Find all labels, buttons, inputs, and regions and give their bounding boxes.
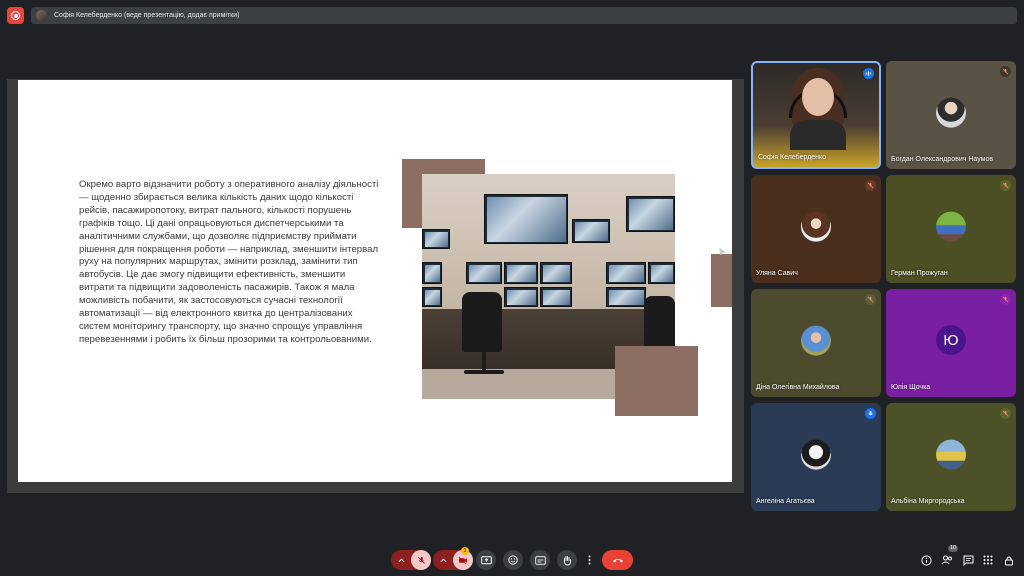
apps-grid-icon	[983, 555, 993, 565]
mic-toggle-button[interactable]	[411, 550, 431, 570]
camera-badge: 1	[461, 547, 469, 555]
participant-name: Богдан Олександрович Наумов	[891, 156, 994, 163]
mic-control[interactable]	[391, 550, 431, 570]
participant-tile[interactable]: Богдан Олександрович Наумов	[886, 61, 1016, 169]
reactions-button[interactable]	[503, 550, 523, 570]
info-icon	[920, 554, 932, 566]
participant-tile[interactable]: Софія Келеберденко	[751, 61, 881, 169]
participant-name: Діна Олегівна Михайлова	[756, 384, 840, 391]
avatar	[801, 439, 831, 470]
slide-decor-bottom	[615, 346, 698, 416]
participant-name: Ангеліна Агатьєва	[756, 498, 815, 505]
phone-hangup-icon	[612, 559, 623, 563]
avatar	[801, 325, 831, 356]
camera-control[interactable]: 1	[433, 547, 473, 570]
raise-hand-button[interactable]	[557, 550, 577, 570]
chat-icon	[963, 555, 973, 566]
speaking-icon	[865, 408, 876, 419]
mic-off-icon	[417, 556, 425, 564]
participant-name: Юлія Щочка	[891, 384, 931, 391]
camera-off-icon	[458, 556, 468, 564]
mic-off-icon	[1000, 180, 1011, 191]
participant-tile[interactable]: Діна Олегівна Михайлова	[751, 289, 881, 397]
presenter-bar[interactable]: Софія Келеберденко (веде презентацію, до…	[31, 7, 1017, 24]
participant-video	[786, 68, 850, 150]
end-call-button[interactable]	[602, 550, 633, 570]
avatar	[936, 439, 966, 470]
more-options-button[interactable]	[582, 550, 596, 570]
mic-off-icon	[1000, 66, 1011, 77]
presenter-avatar	[36, 10, 47, 21]
participant-tile[interactable]: Уляна Савич	[751, 175, 881, 283]
activities-button[interactable]	[980, 552, 996, 568]
meeting-info-button[interactable]	[918, 552, 934, 568]
mic-off-icon	[865, 180, 876, 191]
people-icon	[941, 555, 952, 565]
hand-icon	[564, 555, 571, 565]
captions-icon	[534, 555, 546, 565]
participant-name: Софія Келеберденко	[758, 154, 827, 161]
host-controls-button[interactable]	[1001, 552, 1017, 568]
avatar	[936, 97, 966, 128]
meeting-window: Софія Келеберденко (веде презентацію, до…	[0, 0, 1024, 576]
captions-button[interactable]	[530, 550, 550, 570]
lock-person-icon	[1004, 556, 1013, 565]
participant-tile[interactable]: Ю Юлія Щочка	[886, 289, 1016, 397]
slide-decor-side	[711, 254, 732, 307]
people-button[interactable]	[939, 552, 955, 568]
camera-options-button[interactable]	[433, 550, 453, 570]
speaking-icon	[863, 68, 874, 79]
presenter-title: Софія Келеберденко (веде презентацію, до…	[54, 12, 240, 19]
present-button[interactable]	[476, 550, 496, 570]
participant-name: Уляна Савич	[756, 270, 798, 277]
people-count-badge: 10	[948, 545, 959, 552]
participant-name: Альбіна Миргородська	[891, 498, 965, 505]
participant-tile[interactable]: Ангеліна Агатьєва	[751, 403, 881, 511]
recording-icon[interactable]	[7, 7, 24, 24]
participant-name: Герман Прожуган	[891, 270, 948, 277]
chat-button[interactable]	[960, 552, 976, 568]
mic-off-icon	[1000, 294, 1011, 305]
mic-off-icon	[865, 294, 876, 305]
participant-tile[interactable]: Герман Прожуган	[886, 175, 1016, 283]
participant-tile[interactable]: Альбіна Миргородська	[886, 403, 1016, 511]
avatar: Ю	[936, 325, 966, 355]
avatar	[801, 211, 831, 242]
present-screen-icon	[480, 555, 492, 564]
mic-options-button[interactable]	[391, 550, 411, 570]
slide-paragraph: Окремо варто відзначити роботу з операти…	[79, 179, 379, 345]
mic-off-icon	[1000, 408, 1011, 419]
more-vert-icon	[588, 555, 590, 565]
avatar	[936, 211, 966, 242]
emoji-icon	[508, 555, 518, 565]
slide: Окремо варто відзначити роботу з операти…	[18, 80, 732, 482]
